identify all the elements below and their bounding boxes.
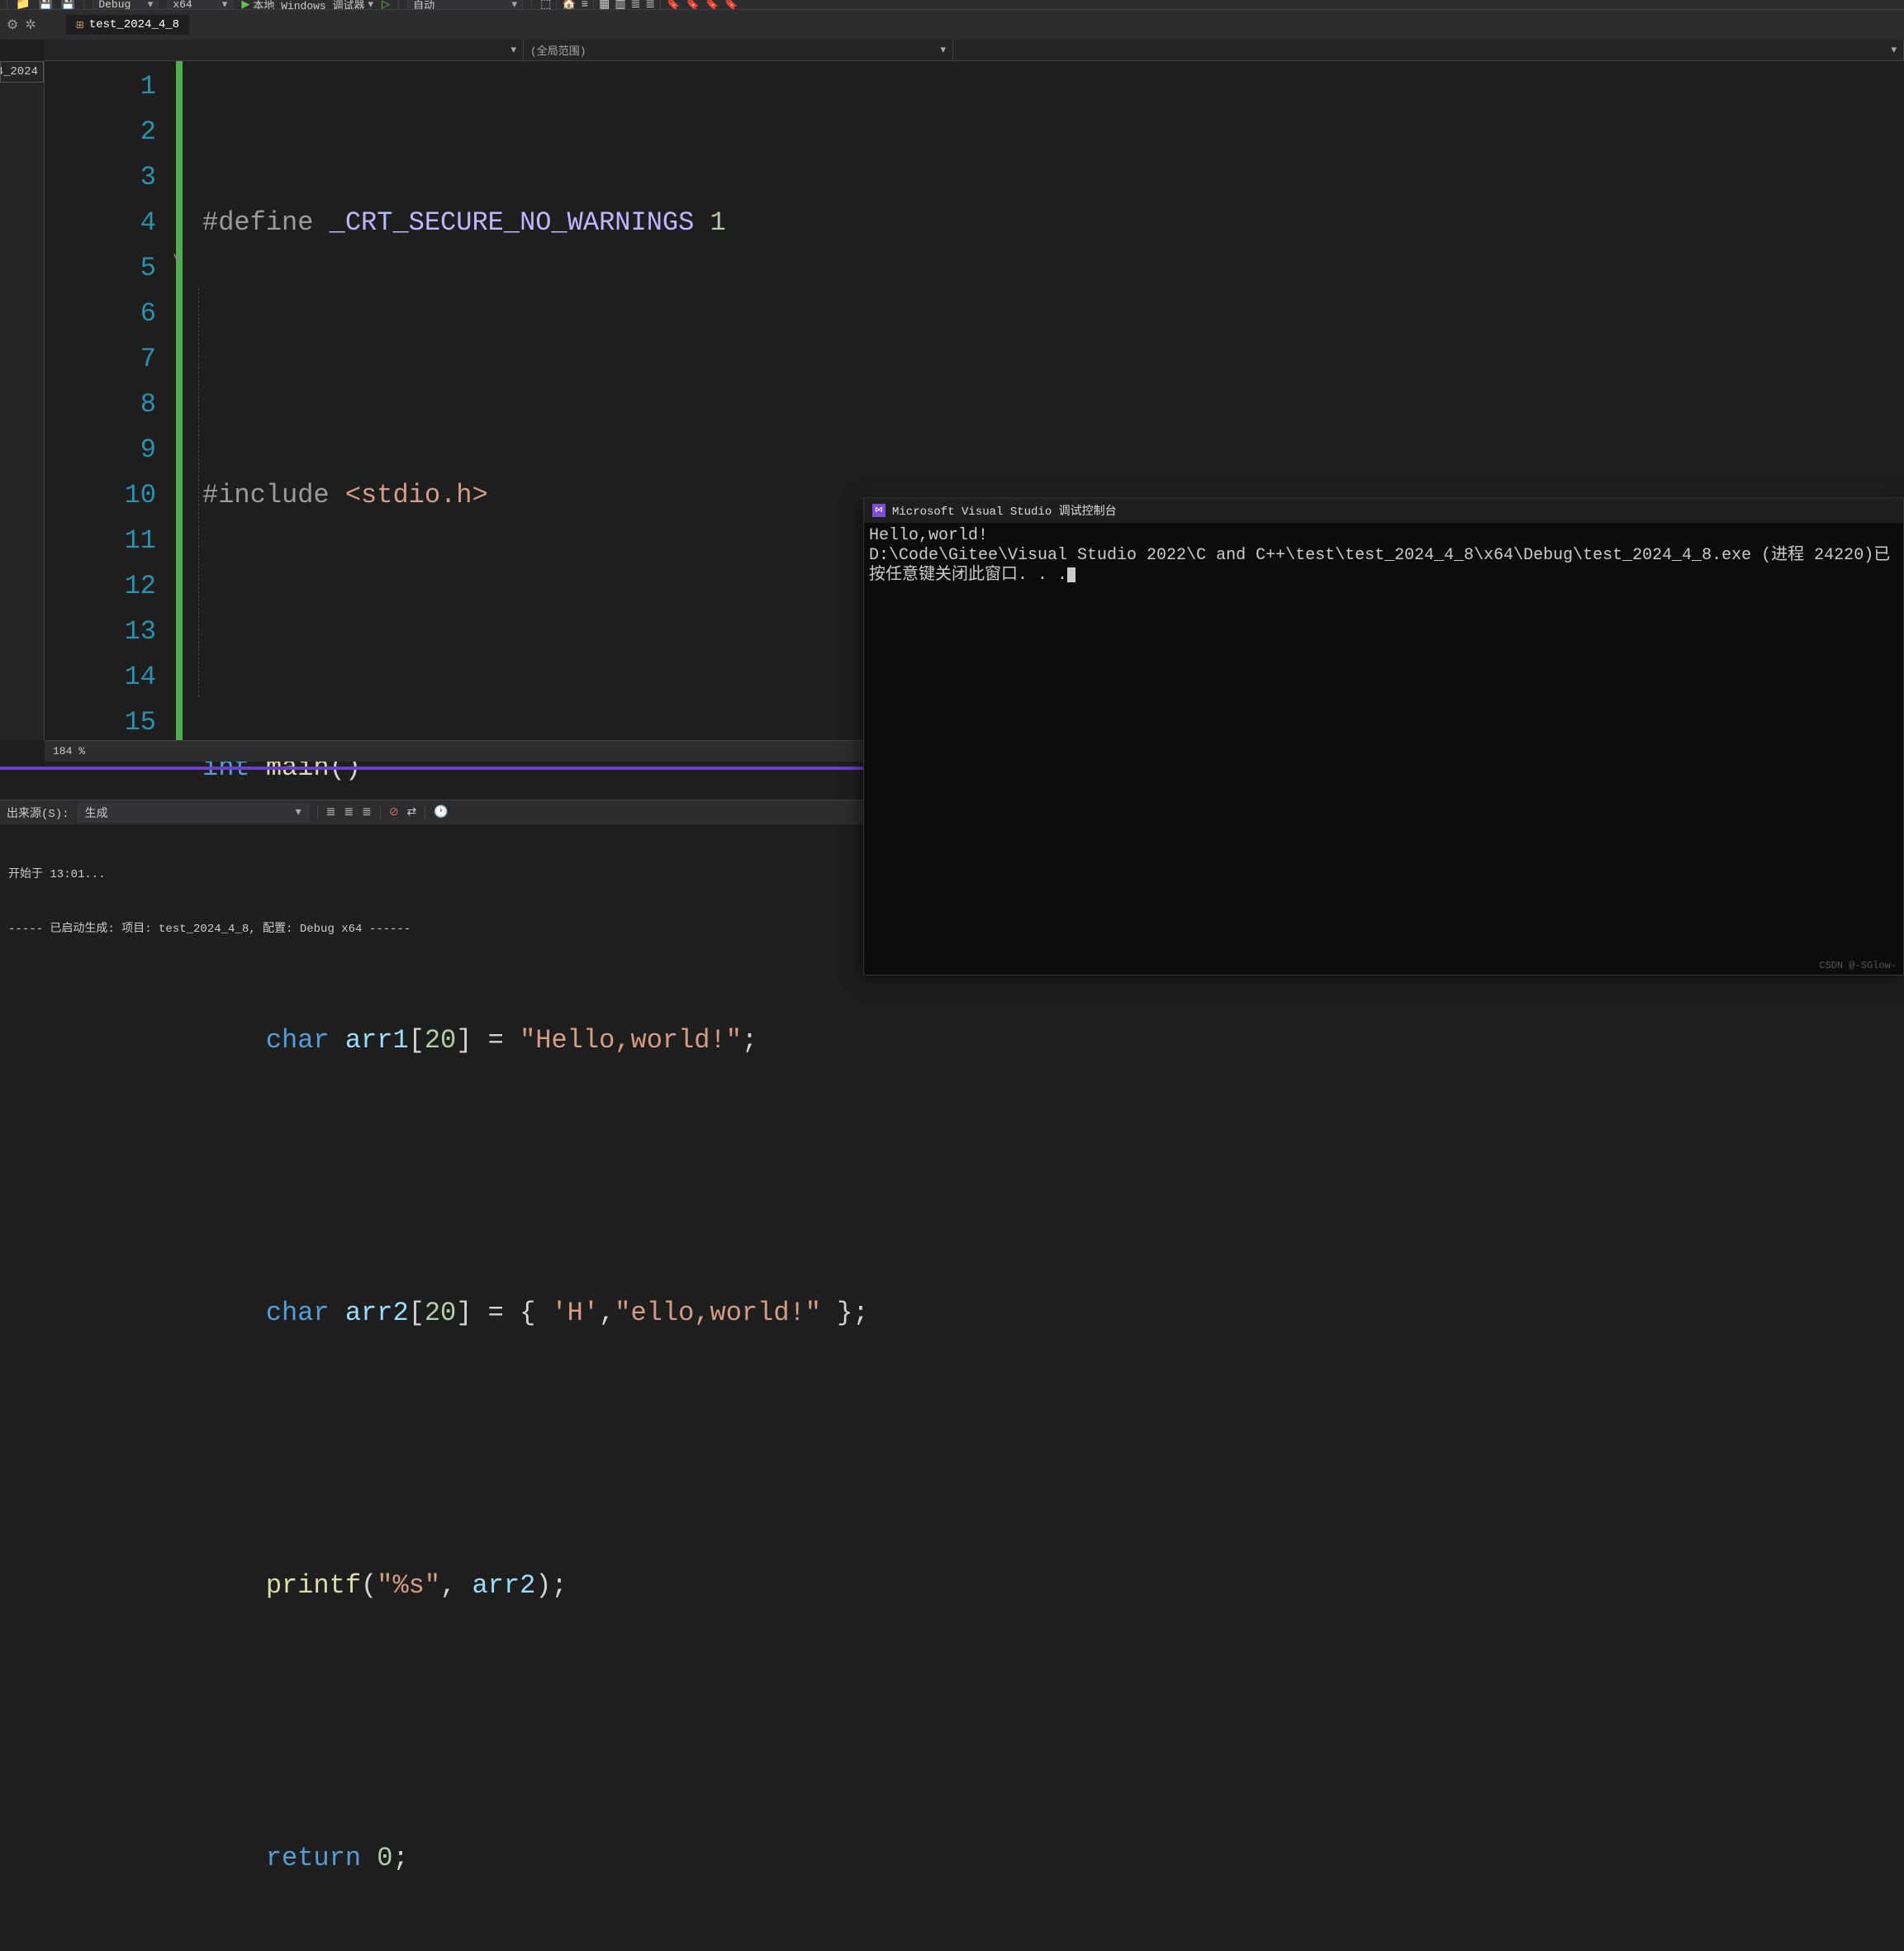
output-source-dropdown[interactable]: 生成▾ [78,804,309,822]
line-number: 14 [45,654,156,700]
output-tool-icon[interactable]: ⇄ [407,805,417,819]
tool-icon[interactable]: ≡ [582,0,588,10]
line-number: 3 [45,154,156,200]
line-number: 8 [45,382,156,427]
start-without-debug-icon[interactable]: ▷ [382,0,390,10]
line-number: 7 [45,336,156,382]
zoom-level[interactable]: 184 % [53,745,85,757]
line-number: 6 [45,291,156,336]
save-icon[interactable]: 💾 [38,0,52,10]
line-number: 5 [45,245,156,291]
tool-icon[interactable]: ▥ [615,0,625,10]
fold-arrow-icon[interactable]: ˅ [173,251,182,268]
navigation-bar: ▾ (全局范围)▾ ▾ [45,40,1904,61]
folder-icon[interactable]: 📁 [16,0,30,10]
tool-icon[interactable]: ⬚ [540,0,551,10]
main-toolbar: 📁 💾 💾 Debug▾ x64▾ ▶本地 Windows 调试器▾ ▷ 自动▾… [0,0,1904,10]
c-file-icon: ⊞ [76,19,84,31]
code-fold-bar: ˅ [173,61,186,740]
bookmark-icon[interactable]: 🔖 [666,0,680,10]
console-title: Microsoft Visual Studio 调试控制台 [892,502,1117,519]
output-tool-icon[interactable]: ≣ [326,805,336,819]
line-number: 12 [45,563,156,609]
bookmark-icon[interactable]: 🔖 [686,0,700,10]
line-number: 11 [45,518,156,563]
indent-icon[interactable]: ≣ [631,0,641,10]
bookmark-icon[interactable]: 🔖 [724,0,738,10]
start-debug-button[interactable]: ▶本地 Windows 调试器▾ [241,0,373,10]
tool-icon[interactable]: ▦ [599,0,610,10]
nav-function-dropdown[interactable]: (全局范围)▾ [524,40,953,60]
vs-icon: ⋈ [872,504,886,517]
solution-explorer-sidebar: 2024_4_8 [0,61,45,740]
line-number: 1 [45,64,156,109]
platform-dropdown[interactable]: x64▾ [167,0,233,10]
bookmark-icon[interactable]: 🔖 [705,0,719,10]
watermark: CSDN @-SGlow- [1819,960,1897,971]
outdent-icon[interactable]: ≣ [645,0,655,10]
save-all-icon[interactable]: 💾 [61,0,75,10]
auto-dropdown[interactable]: 自动▾ [407,0,523,10]
tab-bar: ⚙ ✲ ⊞ test_2024_4_8 [0,10,1904,40]
gear-icon[interactable]: ✲ [25,17,36,33]
line-number: 2 [45,109,156,154]
console-titlebar[interactable]: ⋈ Microsoft Visual Studio 调试控制台 [864,498,1903,523]
output-source-label: 出来源(S): [7,805,69,821]
line-number: 15 [45,700,156,745]
line-gutter: 1 2 3 4 5 6 7 8 9 10 11 12 13 14 15 [45,61,173,740]
output-tool-icon[interactable]: ≣ [344,805,354,819]
gear-icon[interactable]: ⚙ [7,17,18,33]
nav-scope-dropdown[interactable]: ▾ [45,40,524,60]
line-number: 10 [45,472,156,518]
console-output: Hello,world! D:\Code\Gitee\Visual Studio… [864,523,1903,589]
sidebar-item-project[interactable]: 2024_4_8 [0,61,44,83]
output-tool-icon[interactable]: ≣ [362,805,372,819]
line-number: 9 [45,427,156,472]
config-dropdown[interactable]: Debug▾ [93,0,159,10]
output-tool-icon[interactable]: ⊘ [389,805,399,819]
line-number: 13 [45,609,156,654]
clock-icon[interactable]: 🕐 [434,805,448,819]
nav-dropdown[interactable]: ▾ [953,40,1904,60]
tool-icon[interactable]: 🏠 [562,0,576,10]
file-tab-active[interactable]: ⊞ test_2024_4_8 [66,15,189,35]
debug-console-window[interactable]: ⋈ Microsoft Visual Studio 调试控制台 Hello,wo… [863,497,1904,976]
line-number: 4 [45,200,156,245]
file-tab-label: test_2024_4_8 [89,18,179,31]
